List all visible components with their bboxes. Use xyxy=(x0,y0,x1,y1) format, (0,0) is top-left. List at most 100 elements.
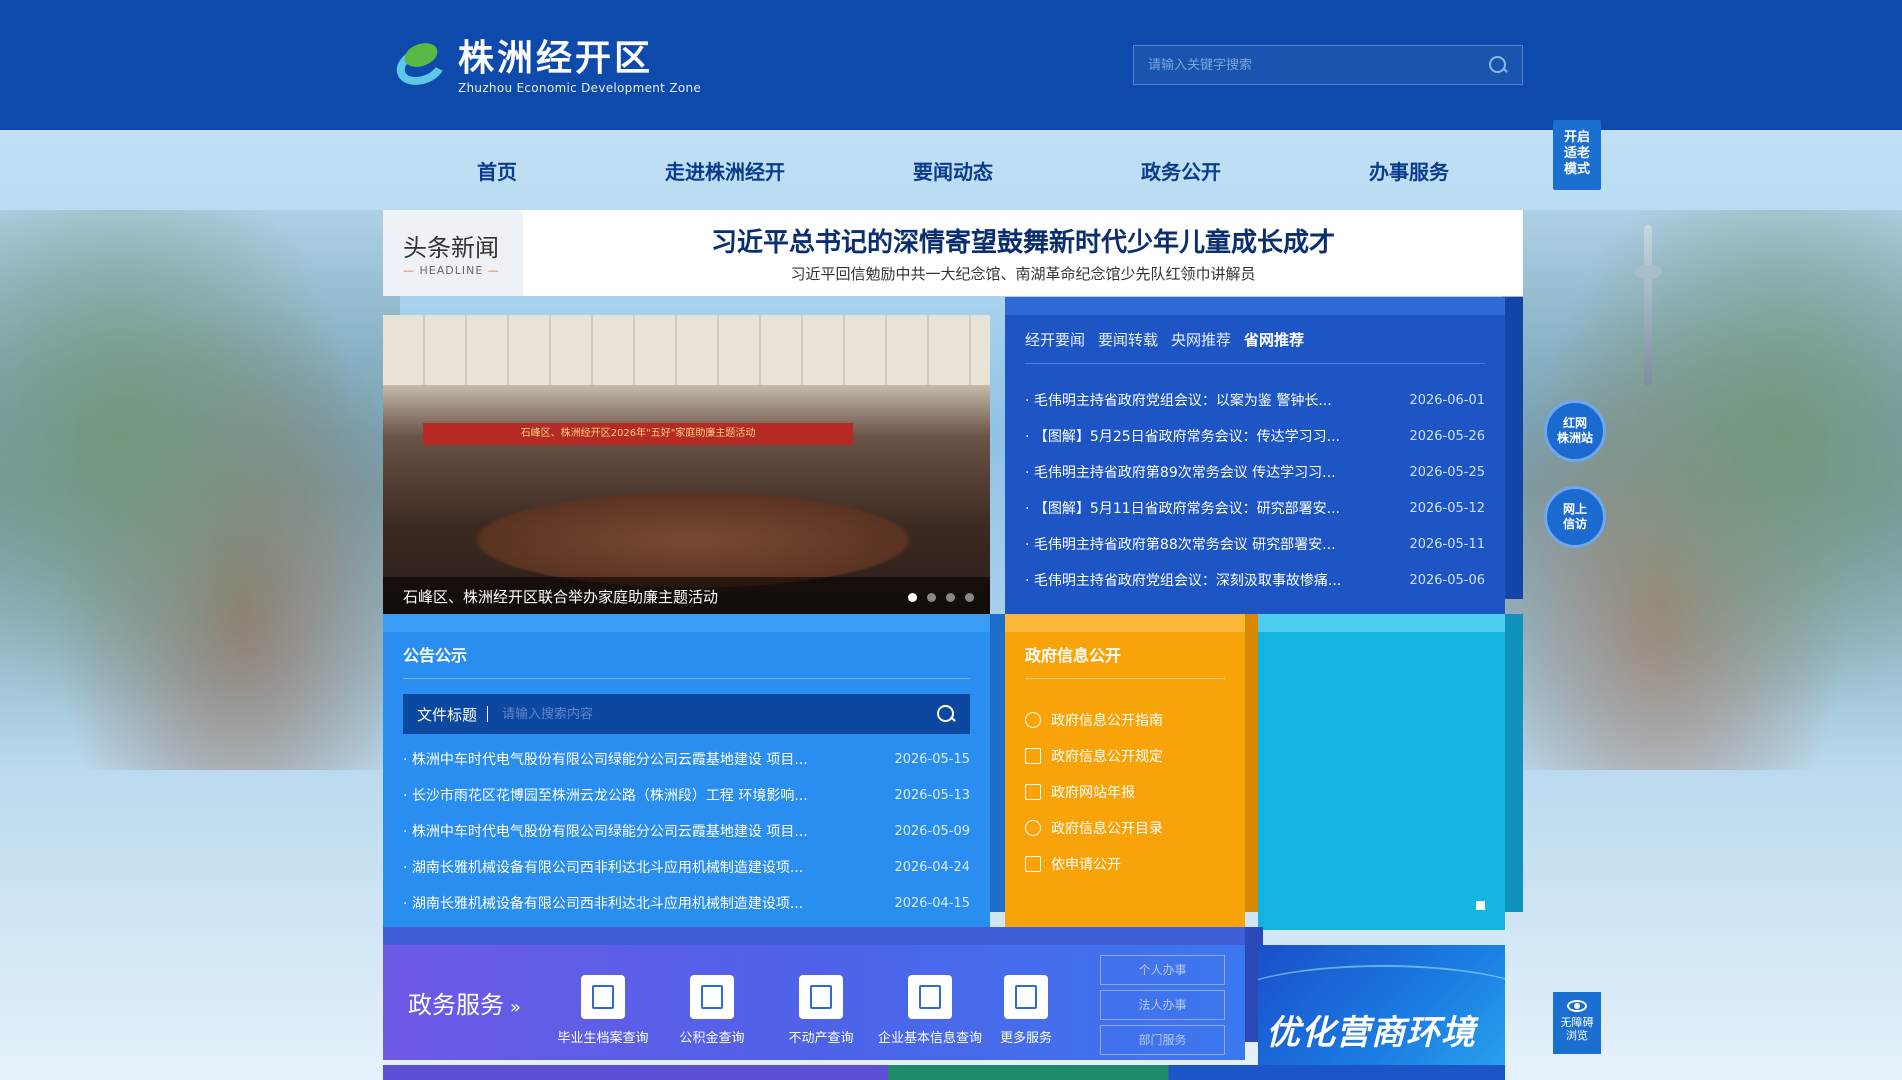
main-nav: 首页 走进株洲经开 要闻动态 政务公开 办事服务 xyxy=(383,150,1523,194)
tab-corporate-affairs[interactable]: 法人办事 xyxy=(1100,990,1225,1020)
nav-item-news[interactable]: 要闻动态 xyxy=(839,150,1067,194)
notice-list: · 株洲中车时代电气股份有限公司绿能分公司云霞基地建设 项目... 2026-05… xyxy=(403,742,970,922)
search-icon[interactable] xyxy=(1488,55,1508,75)
slider-indicator[interactable] xyxy=(1476,901,1485,910)
notice-title[interactable]: 公告公示 xyxy=(403,642,467,666)
business-environment-banner[interactable]: 优化营商环境 xyxy=(1258,945,1505,1080)
nav-item-services[interactable]: 办事服务 xyxy=(1295,150,1523,194)
news-panel: 经开要闻 要闻转载 央网推荐 省网推荐 · 毛伟明主持省政府党组会议：以案为鉴 … xyxy=(1005,297,1523,617)
tab-department-services[interactable]: 部门服务 xyxy=(1100,1025,1225,1055)
gov-info-annual-report-link[interactable]: 政府网站年报 xyxy=(1025,774,1163,810)
headline-banner: 头条新闻 — HEADLINE — 习近平总书记的深情寄望鼓舞新时代少年儿童成长… xyxy=(383,210,1523,296)
service-real-estate[interactable]: 不动产查询 xyxy=(766,975,876,1046)
archive-search-icon xyxy=(581,975,625,1019)
photo-ceiling xyxy=(383,315,990,385)
news-divider xyxy=(1025,363,1485,364)
photo-meeting-banner: 石峰区、株洲经开区2026年"五好"家庭助廉主题活动 xyxy=(423,423,853,445)
feature-slider-panel[interactable] xyxy=(1258,614,1523,930)
site-header: 株洲经开区 Zhuzhou Economic Development Zone xyxy=(0,0,1902,130)
double-chevron-right-icon: » xyxy=(510,997,522,1018)
gov-services-bar: 政务服务» 毕业生档案查询 公积金查询 不动产查询 企业基本信息查询 更多服务 … xyxy=(383,927,1263,1060)
gov-info-guide-link[interactable]: 政府信息公开指南 xyxy=(1025,702,1163,738)
service-housing-fund[interactable]: 公积金查询 xyxy=(657,975,767,1046)
nav-item-home[interactable]: 首页 xyxy=(383,150,611,194)
carousel-caption[interactable]: 石峰区、株洲经开区联合举办家庭助廉主题活动 xyxy=(383,577,990,617)
tab-reprint-news[interactable]: 要闻转载 xyxy=(1098,329,1158,350)
carousel-dot-1[interactable] xyxy=(908,593,917,602)
site-search-input[interactable] xyxy=(1148,57,1488,73)
list-item[interactable]: · 毛伟明主持省政府第89次常务会议 传达学习习... 2026-05-25 xyxy=(1025,455,1485,491)
headline-tag-label: 头条新闻 xyxy=(403,234,499,262)
gov-info-list: 政府信息公开指南 政府信息公开规定 政府网站年报 政府信息公开目录 依申请公开 xyxy=(1025,702,1163,882)
search-icon[interactable] xyxy=(936,704,956,724)
compass-icon xyxy=(1025,712,1041,728)
service-tabs: 个人办事 法人办事 部门服务 xyxy=(1100,955,1225,1060)
service-graduate-archive[interactable]: 毕业生档案查询 xyxy=(548,975,658,1046)
compass-icon xyxy=(1025,820,1041,836)
carousel-dot-2[interactable] xyxy=(927,593,936,602)
nav-item-gov-affairs[interactable]: 政务公开 xyxy=(1067,150,1295,194)
gov-services-title[interactable]: 政务服务» xyxy=(408,985,521,1020)
list-item[interactable]: · 毛伟明主持省政府党组会议：深刻汲取事故惨痛... 2026-05-06 xyxy=(1025,563,1485,599)
logo-title: 株洲经开区 xyxy=(458,38,654,79)
tab-personal-affairs[interactable]: 个人办事 xyxy=(1100,955,1225,985)
list-item[interactable]: · 长沙市雨花区花博园至株洲云龙公路（株洲段）工程 环境影响... 2026-05… xyxy=(403,778,970,814)
carousel-dot-4[interactable] xyxy=(965,593,974,602)
carousel-dot-3[interactable] xyxy=(946,593,955,602)
background-tower xyxy=(1634,225,1662,385)
headline-tag-en: — HEADLINE — xyxy=(403,264,500,277)
accessibility-button[interactable]: 无障碍 浏览 xyxy=(1553,992,1601,1054)
background-scenery-left xyxy=(0,210,400,770)
list-item[interactable]: · 毛伟明主持省政府第88次常务会议 研究部署安... 2026-05-11 xyxy=(1025,527,1485,563)
report-icon xyxy=(1025,784,1041,800)
tab-province-recommend[interactable]: 省网推荐 xyxy=(1244,329,1304,350)
list-item[interactable]: · 株洲中车时代电气股份有限公司绿能分公司云霞基地建设 项目... 2026-05… xyxy=(403,814,970,850)
gov-info-rules-link[interactable]: 政府信息公开规定 xyxy=(1025,738,1163,774)
news-list: · 毛伟明主持省政府党组会议：以案为鉴 警钟长... 2026-06-01 · 【… xyxy=(1025,383,1485,599)
bottom-panels-strip xyxy=(383,1065,1505,1080)
building-icon xyxy=(799,975,843,1019)
carousel-dots xyxy=(908,593,974,602)
notice-panel: 公告公示 文件标题 · 株洲中车时代电气股份有限公司绿能分公司云霞基地建设 项目… xyxy=(383,614,1008,930)
gov-info-divider xyxy=(1025,678,1225,679)
news-tabs: 经开要闻 要闻转载 央网推荐 省网推荐 xyxy=(1025,329,1304,350)
site-logo[interactable]: 株洲经开区 Zhuzhou Economic Development Zone xyxy=(391,38,702,96)
headline-title[interactable]: 习近平总书记的深情寄望鼓舞新时代少年儿童成长成才 xyxy=(523,222,1523,259)
notice-search: 文件标题 xyxy=(403,694,970,734)
list-item[interactable]: · 湖南长雅机械设备有限公司西非利达北斗应用机械制造建设项... 2026-04-… xyxy=(403,886,970,922)
nav-item-about[interactable]: 走进株洲经开 xyxy=(611,150,839,194)
list-item[interactable]: · 株洲中车时代电气股份有限公司绿能分公司云霞基地建设 项目... 2026-05… xyxy=(403,742,970,778)
fund-icon xyxy=(690,975,734,1019)
red-net-label: 红网 株洲站 xyxy=(1556,416,1593,445)
list-item[interactable]: · 【图解】5月11日省政府常务会议：研究部署安... 2026-05-12 xyxy=(1025,491,1485,527)
list-item[interactable]: · 湖南长雅机械设备有限公司西非利达北斗应用机械制造建设项... 2026-04-… xyxy=(403,850,970,886)
elder-mode-button[interactable]: 开启 适老 模式 xyxy=(1553,120,1601,190)
headline-subtitle[interactable]: 习近平回信勉励中共一大纪念馆、南湖革命纪念馆少先队红领巾讲解员 xyxy=(523,263,1523,284)
photo-carousel[interactable]: 石峰区、株洲经开区2026年"五好"家庭助廉主题活动 石峰区、株洲经开区联合举办… xyxy=(383,315,990,617)
notice-divider xyxy=(403,678,970,679)
elder-mode-label: 开启 适老 模式 xyxy=(1563,130,1590,177)
notice-search-input[interactable] xyxy=(502,706,936,722)
logo-emblem-icon xyxy=(391,38,451,96)
accessibility-label: 无障碍 浏览 xyxy=(1560,1016,1594,1042)
file-icon xyxy=(1025,856,1041,872)
online-petition-button[interactable]: 网上 信访 xyxy=(1544,486,1606,548)
headline-tag: 头条新闻 — HEADLINE — xyxy=(383,210,523,296)
service-more[interactable]: 更多服务 xyxy=(971,975,1081,1046)
list-item[interactable]: · 毛伟明主持省政府党组会议：以案为鉴 警钟长... 2026-06-01 xyxy=(1025,383,1485,419)
tab-zone-news[interactable]: 经开要闻 xyxy=(1025,329,1085,350)
clipboard-icon xyxy=(908,975,952,1019)
notice-search-label[interactable]: 文件标题 xyxy=(417,704,477,725)
promo-text: 优化营商环境 xyxy=(1266,1013,1476,1053)
list-item[interactable]: · 【图解】5月25日省政府常务会议：传达学习习... 2026-05-26 xyxy=(1025,419,1485,455)
gov-info-title[interactable]: 政府信息公开 xyxy=(1025,642,1121,666)
logo-subtitle: Zhuzhou Economic Development Zone xyxy=(458,81,702,95)
red-net-button[interactable]: 红网 株洲站 xyxy=(1544,400,1606,462)
document-icon xyxy=(1025,748,1041,764)
gov-info-request-link[interactable]: 依申请公开 xyxy=(1025,846,1163,882)
service-enterprise-info[interactable]: 企业基本信息查询 xyxy=(875,975,985,1046)
eye-icon xyxy=(1567,1000,1587,1012)
gov-info-catalog-link[interactable]: 政府信息公开目录 xyxy=(1025,810,1163,846)
tab-central-recommend[interactable]: 央网推荐 xyxy=(1171,329,1231,350)
grid-icon xyxy=(1004,975,1048,1019)
